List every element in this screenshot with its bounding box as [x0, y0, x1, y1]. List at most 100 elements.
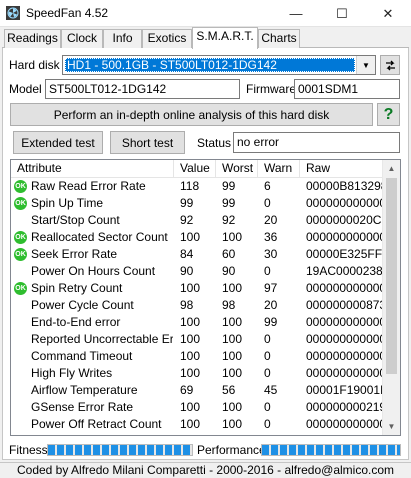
cell-value: 98: [180, 298, 194, 312]
fitness-label: Fitness: [9, 443, 48, 457]
tab-info[interactable]: Info: [103, 29, 142, 48]
window-title: SpeedFan 4.52: [26, 6, 109, 20]
performance-bar-fill: [262, 445, 400, 455]
performance-bar: [261, 444, 401, 456]
cell-attribute: Command Timeout: [31, 349, 133, 363]
close-button[interactable]: ✕: [365, 0, 411, 27]
cell-raw: 0000000020CE: [306, 213, 384, 227]
cell-raw: 000000000000: [306, 281, 384, 295]
cell-raw: 00000E325FF4: [306, 247, 384, 261]
ok-status-icon: OK: [14, 248, 27, 261]
column-header-value[interactable]: Value: [174, 160, 216, 177]
hard-disk-select[interactable]: HD1 - 500.1GB - ST500LT012-1DG142 ▼: [62, 55, 376, 75]
cell-warn: 0: [264, 400, 271, 414]
cell-value: 100: [180, 366, 201, 380]
smart-attributes-table[interactable]: Attribute Value Worst Warn Raw OK Raw Rea…: [10, 159, 401, 436]
cell-raw: 000000000000: [306, 366, 384, 380]
cell-warn: 45: [264, 383, 278, 397]
cell-value: 118: [180, 179, 200, 193]
cell-raw: 000000000000: [306, 332, 384, 346]
table-row[interactable]: Power Cycle Count 98 98 20 000000000873: [11, 297, 384, 314]
tab-clock[interactable]: Clock: [61, 29, 103, 48]
cell-worst: 100: [222, 400, 243, 414]
cell-warn: 0: [264, 264, 271, 278]
fitness-bar-fill: [48, 445, 192, 455]
table-row[interactable]: High Fly Writes 100 100 0 000000000000: [11, 365, 384, 382]
tab-readings[interactable]: Readings: [4, 29, 61, 48]
tab-charts[interactable]: Charts: [258, 29, 300, 48]
cell-worst: 90: [222, 264, 236, 278]
minimize-button[interactable]: —: [273, 0, 319, 27]
column-header-worst[interactable]: Worst: [216, 160, 258, 177]
table-row[interactable]: Start/Stop Count 92 92 20 0000000020CE: [11, 212, 384, 229]
extended-test-button[interactable]: Extended test: [13, 131, 103, 154]
table-row[interactable]: OK Raw Read Error Rate 118 99 6 00000B813298: [11, 178, 384, 195]
refresh-button[interactable]: [380, 55, 400, 75]
cell-warn: 0: [264, 349, 271, 363]
cell-raw: 00001F19001F: [306, 383, 384, 397]
cell-attribute: Airflow Temperature: [31, 383, 138, 397]
scroll-up-icon[interactable]: ▲: [383, 160, 400, 177]
cell-warn: 30: [264, 247, 278, 261]
hard-disk-label: Hard disk: [9, 58, 60, 72]
cell-worst: 100: [222, 417, 243, 431]
cell-warn: 0: [264, 417, 271, 431]
tab-smart[interactable]: S.M.A.R.T.: [192, 27, 258, 49]
cell-raw: 000000000000: [306, 230, 384, 244]
cell-raw: 000000000873: [306, 298, 384, 312]
firmware-label: Firmware: [246, 82, 296, 96]
table-row[interactable]: Reported Uncorrectable Er... 100 100 0 00000…: [11, 331, 384, 348]
vertical-scrollbar[interactable]: ▲ ▼: [382, 160, 400, 435]
maximize-button[interactable]: ☐: [319, 0, 365, 27]
cell-raw: 00000B813298: [306, 179, 384, 193]
cell-attribute: Power Cycle Count: [31, 298, 134, 312]
table-row[interactable]: GSense Error Rate 100 100 0 000000000219: [11, 399, 384, 416]
speedfan-app-icon: [6, 6, 20, 20]
cell-warn: 20: [264, 213, 278, 227]
cell-warn: 0: [264, 196, 271, 210]
cell-worst: 100: [222, 315, 243, 329]
tab-strip: Readings Clock Info Exotics S.M.A.R.T. C…: [2, 27, 409, 49]
cell-attribute: Start/Stop Count: [31, 213, 120, 227]
refresh-icon: [385, 60, 395, 70]
help-button[interactable]: ?: [377, 103, 400, 126]
cell-attribute: Power Off Retract Count: [31, 417, 162, 431]
cell-raw: 000000000000: [306, 196, 384, 210]
table-row[interactable]: OK Seek Error Rate 84 60 30 00000E325FF4: [11, 246, 384, 263]
column-header-warn[interactable]: Warn: [258, 160, 300, 177]
table-row[interactable]: End-to-End error 100 100 99 000000000000: [11, 314, 384, 331]
cell-value: 100: [180, 349, 201, 363]
cell-attribute: Power On Hours Count: [31, 264, 156, 278]
short-test-button[interactable]: Short test: [110, 131, 185, 154]
cell-value: 100: [180, 315, 201, 329]
cell-value: 100: [180, 230, 201, 244]
cell-value: 84: [180, 247, 194, 261]
table-row[interactable]: OK Reallocated Sector Count 100 100 36 000000…: [11, 229, 384, 246]
cell-raw: 000000000000: [306, 349, 384, 363]
table-header: Attribute Value Worst Warn Raw: [11, 160, 384, 178]
cell-worst: 100: [222, 281, 243, 295]
cell-attribute: High Fly Writes: [31, 366, 113, 380]
table-row[interactable]: Command Timeout 100 100 0 000000000000: [11, 348, 384, 365]
column-header-raw[interactable]: Raw: [300, 160, 384, 177]
table-row[interactable]: Power On Hours Count 90 90 0 19AC0000238A: [11, 263, 384, 280]
table-row[interactable]: OK Spin Retry Count 100 100 97 000000000000: [11, 280, 384, 297]
cell-raw: 000000000000: [306, 417, 384, 431]
scroll-down-icon[interactable]: ▼: [383, 418, 400, 435]
scrollbar-thumb[interactable]: [386, 178, 397, 374]
online-analysis-button[interactable]: Perform an in-depth online analysis of t…: [10, 103, 373, 126]
cell-attribute: Raw Read Error Rate: [31, 179, 146, 193]
table-row[interactable]: Airflow Temperature 69 56 45 00001F19001F: [11, 382, 384, 399]
column-header-attribute[interactable]: Attribute: [11, 160, 174, 177]
cell-warn: 97: [264, 281, 278, 295]
table-row[interactable]: Power Off Retract Count 100 100 0 0000000000…: [11, 416, 384, 433]
chevron-down-icon[interactable]: ▼: [356, 56, 375, 74]
cell-worst: 99: [222, 179, 236, 193]
tab-exotics[interactable]: Exotics: [142, 29, 192, 48]
cell-attribute: Reported Uncorrectable Er...: [31, 332, 173, 346]
cell-worst: 60: [222, 247, 236, 261]
cell-value: 100: [180, 417, 201, 431]
ok-status-icon: OK: [14, 180, 27, 193]
table-row[interactable]: OK Spin Up Time 99 99 0 000000000000: [11, 195, 384, 212]
cell-attribute: End-to-End error: [31, 315, 121, 329]
